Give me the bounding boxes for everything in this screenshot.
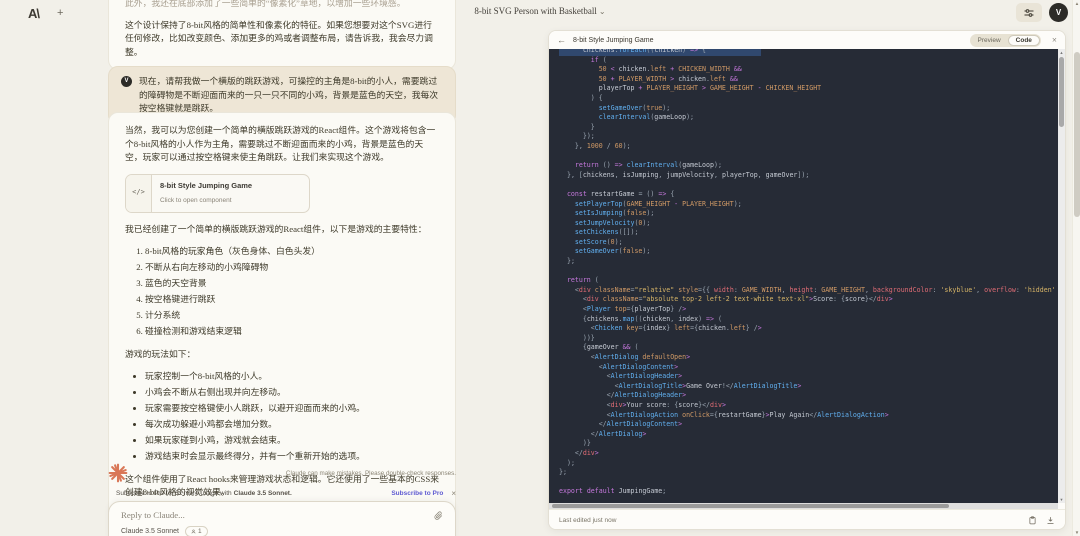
feature-item: 按空格键进行跳跃: [145, 293, 439, 307]
upsell-close-icon[interactable]: ×: [451, 489, 456, 498]
code-vertical-scrollbar[interactable]: ▲ ▼: [1058, 49, 1065, 503]
upsell-text: Subscribe to Pro for 5x more usage with: [116, 490, 232, 497]
gameplay-item: 小鸡会不断从右侧出现并向左移动。: [145, 386, 439, 400]
feature-item: 不断从右向左移动的小鸡障碍物: [145, 261, 439, 275]
artifact-subtitle: Click to open component: [160, 197, 232, 204]
assistant-text: 此外，我还在底部添加了一些简单的“像素化”草地，以增加一些环境感。: [125, 0, 406, 8]
conversation-title-text: 8-bit SVG Person with Basketball: [474, 6, 597, 16]
artifact-panel: ← 8-bit Style Jumping Game Preview Code …: [548, 30, 1066, 530]
gameplay-item: 玩家控制一个8-bit风格的小人。: [145, 370, 439, 384]
user-avatar[interactable]: V: [1049, 3, 1068, 22]
feature-item: 计分系统: [145, 309, 439, 323]
features-intro: 我已经创建了一个简单的横版跳跃游戏的React组件，以下是游戏的主要特性：: [125, 223, 427, 234]
gameplay-list: 玩家控制一个8-bit风格的小人。小鸡会不断从右侧出现并向左移动。玩家需要按空格…: [145, 370, 439, 464]
message-composer: Claude 3.5 Sonnet 1: [108, 501, 456, 536]
gameplay-intro: 游戏的玩法如下：: [125, 348, 196, 359]
feature-item: 8-bit风格的玩家角色（灰色身体、白色头发）: [145, 245, 439, 259]
tab-code[interactable]: Code: [1007, 34, 1040, 46]
download-icon: [1047, 517, 1054, 524]
code-icon: </>: [126, 174, 152, 212]
code-editor[interactable]: chickens.forEach((chicken) => { if ( 50 …: [549, 49, 1065, 503]
subscribe-pro-link[interactable]: Subscribe to Pro: [391, 490, 443, 497]
gameplay-item: 游戏结束时会显示最终得分，并有一个重新开始的选项。: [145, 450, 439, 464]
close-icon[interactable]: ×: [1052, 35, 1057, 45]
assistant-text: 这个设计保持了8-bit风格的简单性和像素化的特征。如果您想要对这个SVG进行任…: [125, 19, 433, 57]
assistant-intro: 当然，我可以为您创建一个简单的横版跳跃游戏的React组件。这个游戏将包含一个8…: [125, 125, 436, 162]
paperclip-icon: [434, 511, 443, 520]
settings-sliders-button[interactable]: [1016, 3, 1042, 22]
last-edited-status: Last edited just now: [559, 517, 617, 524]
person-icon: [191, 529, 196, 534]
window-scrollbar[interactable]: ▲ ▼: [1072, 0, 1080, 536]
reply-input[interactable]: [121, 510, 434, 520]
artifact-panel-title: 8-bit Style Jumping Game: [573, 36, 654, 44]
gameplay-item: 如果玩家碰到小鸡，游戏就会结束。: [145, 434, 439, 448]
assistant-message-previous: 此外，我还在底部添加了一些简单的“像素化”草地，以增加一些环境感。 这个设计保持…: [108, 0, 456, 70]
model-selector[interactable]: Claude 3.5 Sonnet: [121, 528, 179, 535]
clipboard-icon: [1029, 516, 1036, 525]
user-avatar-small: V: [121, 76, 132, 87]
feature-item: 碰撞检测和游戏结束逻辑: [145, 325, 439, 339]
gameplay-item: 玩家需要按空格键使小人跳跃，以避开迎面而来的小鸡。: [145, 402, 439, 416]
back-arrow-icon[interactable]: ←: [557, 35, 566, 45]
attach-button[interactable]: [434, 511, 443, 520]
gameplay-item: 每次成功躲避小鸡都会增加分数。: [145, 418, 439, 432]
feature-item: 蓝色的天空背景: [145, 277, 439, 291]
sliders-icon: [1024, 8, 1034, 17]
disclaimer-text: Claude can make mistakes. Please double-…: [285, 469, 456, 477]
tab-preview[interactable]: Preview: [971, 35, 1008, 46]
feature-list: 8-bit风格的玩家角色（灰色身体、白色头发） 不断从右向左移动的小鸡障碍物蓝色的…: [145, 245, 439, 339]
preview-code-toggle: Preview Code: [969, 33, 1041, 47]
download-code-button[interactable]: [1046, 516, 1055, 525]
chevron-down-icon: ⌄: [598, 7, 606, 16]
pro-upsell-banner: Subscribe to Pro for 5x more usage with …: [116, 489, 456, 498]
artifact-title: 8-bit Style Jumping Game: [160, 180, 253, 190]
user-message-text: 现在，请帮我做一个横版的跳跃游戏，可操控的主角是8-bit的小人，需要跳过的障碍…: [139, 76, 439, 113]
copy-code-button[interactable]: [1028, 516, 1037, 525]
artifact-count-pill[interactable]: 1: [185, 526, 208, 536]
artifact-preview-card[interactable]: </> 8-bit Style Jumping Game Click to op…: [125, 173, 310, 213]
upsell-model-name: Claude 3.5 Sonnet.: [233, 490, 292, 497]
claude-logo: [108, 463, 128, 483]
